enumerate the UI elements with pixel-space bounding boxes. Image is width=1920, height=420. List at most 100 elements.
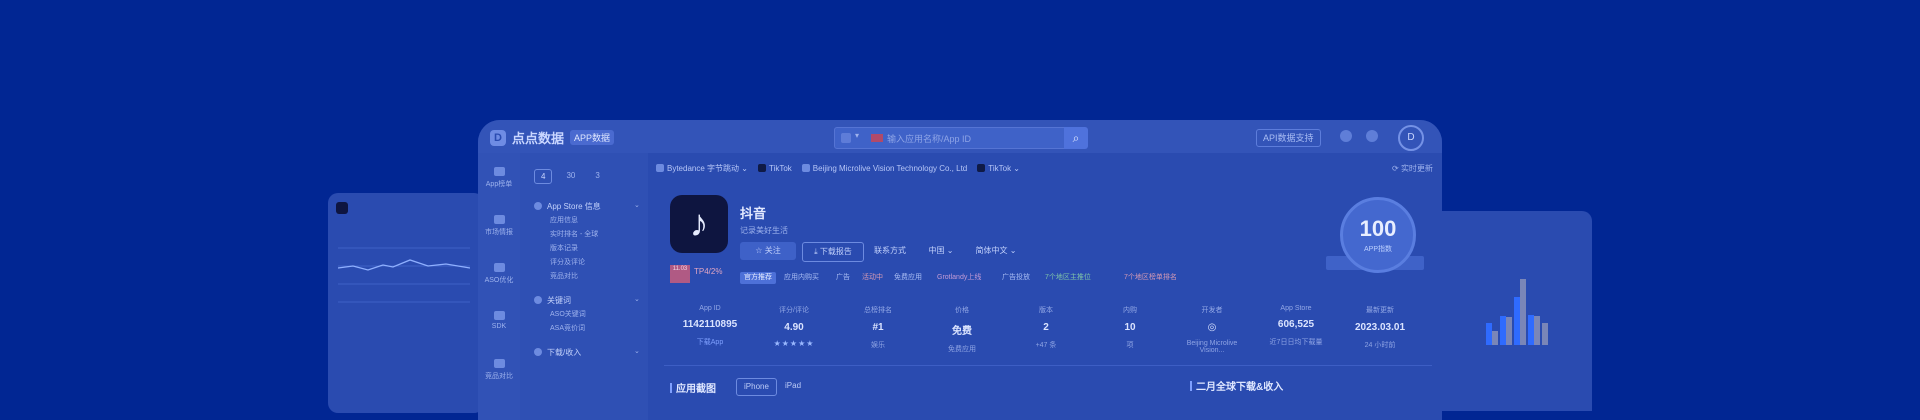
app-score-badge: 100 APP指数 xyxy=(1340,197,1416,273)
sidebar-item-compare[interactable]: 竞品对比 xyxy=(478,359,520,381)
follow-label: 关注 xyxy=(764,246,781,255)
logo-icon: D xyxy=(490,129,506,146)
sidebar-item-label: 竞品对比 xyxy=(485,373,513,380)
tiktok-icon xyxy=(977,164,986,172)
music-note-icon: ♪ xyxy=(689,203,709,245)
nav-section-appstore[interactable]: App Store 信息 xyxy=(534,201,601,212)
country-flag-icon xyxy=(871,134,883,142)
stat-value: 10 xyxy=(1124,322,1136,333)
language-label: 简体中文 xyxy=(975,246,1008,255)
tag-item: 7个地区主推位 xyxy=(1045,274,1091,281)
breadcrumb-developer[interactable]: Beijing Microlive Vision Technology Co.,… xyxy=(801,164,968,173)
avatar[interactable]: D xyxy=(1398,125,1424,151)
stat-header: 开发者 xyxy=(1201,307,1223,314)
stat-value: 2023.03.01 xyxy=(1354,322,1406,333)
tab-ipad[interactable]: iPad xyxy=(778,378,808,394)
brand-badge: APP数据 xyxy=(570,130,615,145)
breadcrumb-app-current[interactable]: TikTok ⌄ xyxy=(977,164,1020,173)
nav-section-keywords[interactable]: 关键词 xyxy=(534,295,571,306)
stat-header: 最新更新 xyxy=(1366,307,1394,314)
message-icon[interactable] xyxy=(1340,130,1352,142)
chevron-down-icon[interactable]: ⌄ xyxy=(634,295,640,303)
nav-item-competitors[interactable]: 竞品对比 xyxy=(550,271,578,281)
sidebar-item-label: SDK xyxy=(491,323,507,330)
stat-value: 606,525 xyxy=(1277,319,1315,330)
search-box[interactable]: ▾ 输入应用名称/App ID xyxy=(834,127,1068,149)
stat-sub: 近7日日均下载量 xyxy=(1269,339,1323,346)
app-window: D 点点数据 APP数据 ▾ 输入应用名称/App ID ⌕ API数据支持 D… xyxy=(478,120,1442,420)
segment-ios[interactable]: 4 xyxy=(534,169,553,184)
chevron-down-icon[interactable]: ▾ xyxy=(855,131,859,140)
tag-item: 应用内购买 xyxy=(784,274,819,281)
stat-value: 2 xyxy=(1043,322,1049,333)
sidebar-item-label: 市场情报 xyxy=(485,229,513,236)
refresh-label: 实时更新 xyxy=(1400,164,1433,173)
tag-item: 免费应用 xyxy=(894,274,922,281)
top-percent-tag: TP4/2% xyxy=(694,267,723,276)
score-label: APP指数 xyxy=(1363,246,1392,253)
sidebar: App榜单 市场情报 ASO优化 SDK 竞品对比 xyxy=(478,153,520,420)
breadcrumb-label: TikTok xyxy=(768,164,792,173)
download-report-button[interactable]: ⤓ 下载报告 xyxy=(802,242,864,262)
brand-logo[interactable]: D 点点数据 APP数据 xyxy=(490,128,615,147)
nav-item-aso-keywords[interactable]: ASO关键词 xyxy=(550,309,586,319)
nav-item-reviews[interactable]: 评分及评论 xyxy=(550,257,585,267)
service-icon[interactable] xyxy=(1366,130,1378,142)
divider xyxy=(664,365,1432,366)
publisher-icon xyxy=(656,164,664,172)
tiktok-icon xyxy=(757,164,766,172)
download-app-link[interactable]: 下载App xyxy=(674,337,746,347)
stat-value: 免费 xyxy=(952,326,972,337)
compare-icon xyxy=(493,359,505,368)
follow-button[interactable]: ☆ 关注 xyxy=(740,242,796,260)
tab-iphone[interactable]: iPhone xyxy=(736,378,777,396)
segment-google[interactable]: 30 xyxy=(560,169,581,184)
nav-item-versions[interactable]: 版本记录 xyxy=(550,243,578,253)
chevron-down-icon[interactable]: ⌄ xyxy=(634,201,640,209)
search-button[interactable]: ⌕ xyxy=(1064,127,1088,149)
nav-item-realtime-rank[interactable]: 实时排名 - 全球 xyxy=(550,229,598,239)
sidebar-item-aso[interactable]: ASO优化 xyxy=(478,263,520,285)
stat-sub: +47 条 xyxy=(1035,342,1057,349)
language-select[interactable]: 简体中文 ⌄ xyxy=(972,242,1020,260)
chevron-down-icon[interactable]: ⌄ xyxy=(634,347,640,355)
stat-rating: 评分/评论 4.90 ★★★★★ xyxy=(758,305,830,348)
country-select[interactable]: 中国 ⌄ xyxy=(916,242,966,260)
stat-header: 总榜排名 xyxy=(864,307,892,314)
contact-button[interactable]: 联系方式 xyxy=(868,242,912,260)
nav-item-app-info[interactable]: 应用信息 xyxy=(550,215,578,225)
stat-version: 版本 2 +47 条 xyxy=(1010,305,1082,350)
breadcrumb-label: Beijing Microlive Vision Technology Co.,… xyxy=(812,164,968,173)
breadcrumb-app[interactable]: TikTok xyxy=(757,164,792,173)
refresh-button[interactable]: ⟳ 实时更新 xyxy=(1392,163,1433,174)
platform-segment: 4 30 3 xyxy=(534,169,606,184)
nav-section-downloads[interactable]: 下载/收入 xyxy=(534,347,581,358)
download-label: 下载报告 xyxy=(819,247,852,256)
breadcrumb-publisher[interactable]: Bytedance 字节跳动 ⌄ xyxy=(656,163,748,174)
stat-sub[interactable]: Beijing Microlive Vision... xyxy=(1176,340,1248,354)
app-subtitle: 记录美好生活 xyxy=(740,226,788,235)
app-icon: ♪ xyxy=(670,195,728,253)
tag-item: 7个地区榜单排名 xyxy=(1124,274,1177,281)
stat-header: App Store xyxy=(1280,305,1312,312)
search-input[interactable]: 输入应用名称/App ID xyxy=(887,132,971,145)
stat-header: 版本 xyxy=(1039,307,1053,314)
tag-item: 活动中 xyxy=(862,274,883,281)
app-name: 抖音 xyxy=(740,206,767,221)
aso-icon xyxy=(493,263,505,272)
segment-android[interactable]: 3 xyxy=(589,169,605,184)
stat-value: 4.90 xyxy=(784,322,804,333)
store-icon xyxy=(841,133,851,143)
tag-item: 广告投放 xyxy=(1002,274,1030,281)
nav-item-asa-keywords[interactable]: ASA竞价词 xyxy=(550,323,585,333)
api-support-button[interactable]: API数据支持 xyxy=(1256,129,1321,147)
stat-value: #1 xyxy=(872,322,884,333)
stat-header: 内购 xyxy=(1123,307,1137,314)
stat-appstore: App Store 606,525 近7日日均下载量 xyxy=(1260,305,1332,347)
stat-header: 价格 xyxy=(955,307,969,314)
background-card-right xyxy=(1436,211,1592,411)
sidebar-item-app-ranking[interactable]: App榜单 xyxy=(478,167,520,189)
sidebar-item-market[interactable]: 市场情报 xyxy=(478,215,520,237)
rating-stars: ★★★★★ xyxy=(773,339,815,348)
sidebar-item-sdk[interactable]: SDK xyxy=(478,311,520,330)
